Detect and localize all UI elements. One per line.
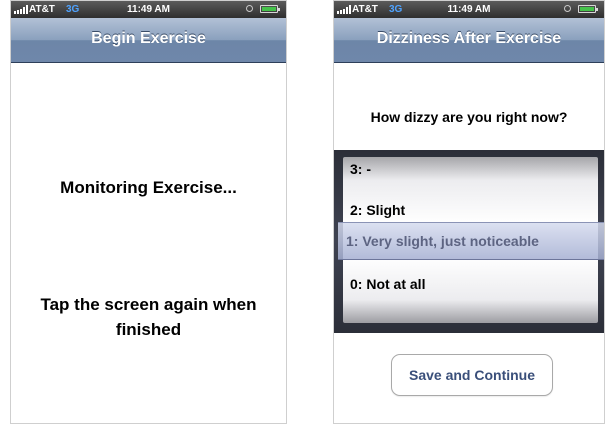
monitoring-status-text: Monitoring Exercise... xyxy=(60,178,237,197)
picker-selected-option: 1: Very slight, just noticeable xyxy=(346,233,539,249)
battery-level xyxy=(580,7,594,11)
orientation-lock-icon xyxy=(564,5,571,12)
status-bar: AT&T 3G 11:49 AM xyxy=(11,1,286,18)
dizziness-picker[interactable]: 3: - 2: Slight 0: Not at all 1: Very sli… xyxy=(334,150,604,333)
dizziness-after-exercise-screen: AT&T 3G 11:49 AM Dizziness After Exercis… xyxy=(333,0,605,424)
picker-option[interactable]: 0: Not at all xyxy=(343,267,598,301)
page-title: Begin Exercise xyxy=(91,30,206,47)
orientation-lock-icon xyxy=(246,5,253,12)
navigation-bar: Dizziness After Exercise xyxy=(334,18,604,63)
battery-icon xyxy=(260,5,280,13)
picker-option[interactable]: 3: - xyxy=(343,157,598,186)
battery-level xyxy=(262,7,276,11)
tap-instruction-text: Tap the screen again when finished xyxy=(40,295,257,339)
page-title: Dizziness After Exercise xyxy=(376,30,562,47)
dizziness-question: How dizzy are you right now? xyxy=(370,109,568,125)
picker-selection-indicator[interactable]: 1: Very slight, just noticeable xyxy=(338,222,604,260)
save-and-continue-button[interactable]: Save and Continue xyxy=(391,354,553,396)
begin-exercise-screen[interactable]: AT&T 3G 11:49 AM Begin Exercise Monitori… xyxy=(10,0,287,424)
status-time: 11:49 AM xyxy=(127,4,170,15)
status-bar: AT&T 3G 11:49 AM xyxy=(334,1,604,18)
battery-icon xyxy=(578,5,598,13)
navigation-bar: Begin Exercise xyxy=(11,18,286,63)
